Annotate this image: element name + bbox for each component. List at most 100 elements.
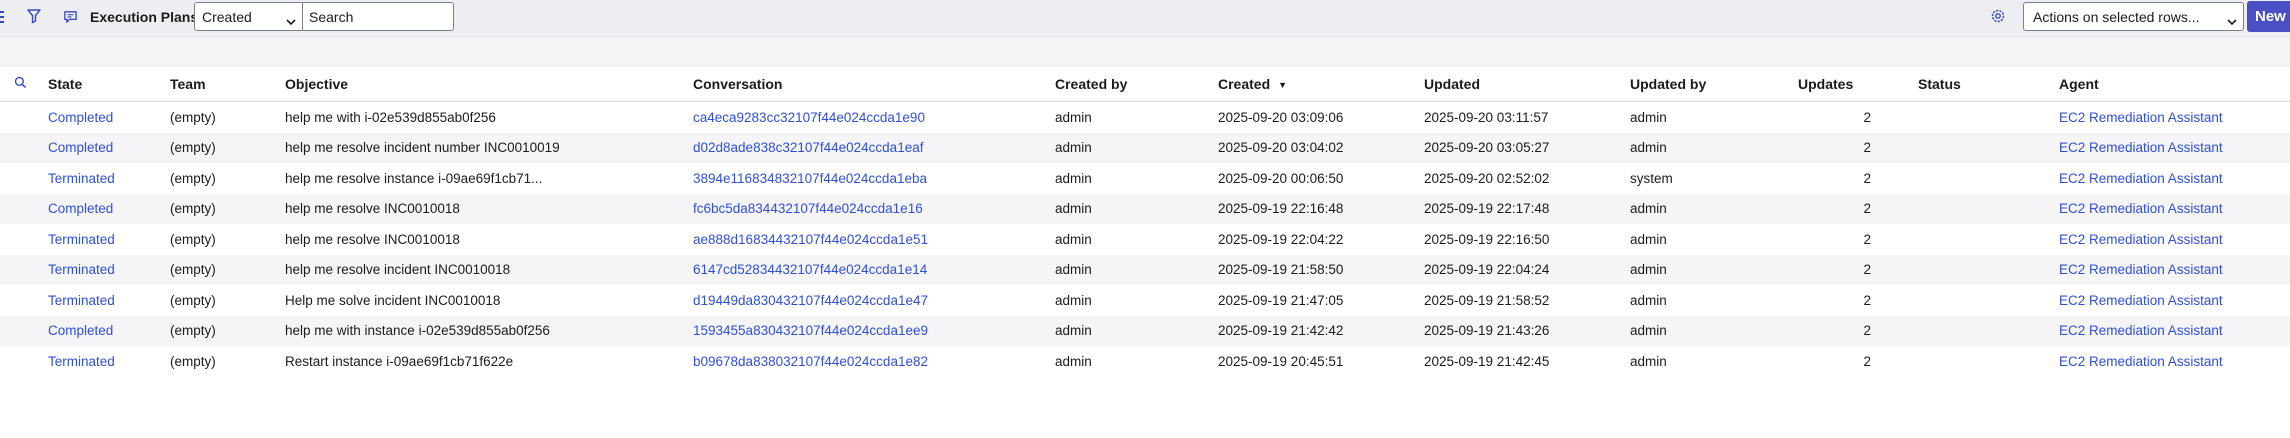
agent-link[interactable]: EC2 Remediation Assistant [2059,285,2290,316]
table-row[interactable]: Completed (empty) help me resolve INC00100… [0,193,2290,224]
conversation-link[interactable]: fc6bc5da834432107f44e024ccda1e16 [693,193,1055,224]
state-link[interactable]: Terminated [48,346,170,377]
column-header-state[interactable]: State [48,67,170,102]
state-link[interactable]: Completed [48,193,170,224]
actions-select[interactable]: Actions on selected rows... [2023,2,2244,31]
column-header-updated-by[interactable]: Updated by [1630,67,1798,102]
column-header-created-by[interactable]: Created by [1055,67,1218,102]
updated-by-cell: admin [1630,292,1667,308]
column-search-toggle[interactable] [0,67,48,102]
state-link[interactable]: Terminated [48,224,170,255]
table-row[interactable]: Terminated (empty) help me resolve instanc… [0,163,2290,194]
team-cell: (empty) [170,193,285,224]
column-header-created[interactable]: Created ▼ [1218,67,1424,102]
updated-by-cell: admin [1630,132,1798,163]
objective-cell: help me resolve incident INC0010018 [285,254,693,285]
agent-link[interactable]: EC2 Remediation Assistant [2059,102,2290,133]
state-link[interactable]: Terminated [48,254,170,285]
updated-by-cell: system [1630,170,1673,186]
sort-descending-icon: ▼ [1278,80,1288,91]
filter-icon[interactable] [26,8,42,29]
updates-cell: 2 [1863,109,1871,125]
execution-plans-table: State Team Objective Conversation Create… [0,67,2290,377]
team-cell: (empty) [170,109,216,125]
search-input[interactable] [303,2,454,31]
conversation-link[interactable]: ae888d16834432107f44e024ccda1e51 [693,224,1055,255]
objective-cell: help me with i-02e539d855ab0f256 [285,109,496,125]
team-cell: (empty) [170,231,216,247]
created-cell: 2025-09-19 21:58:50 [1218,254,1424,285]
search-icon[interactable] [14,76,27,92]
row-gutter [0,102,48,133]
column-header-team[interactable]: Team [170,67,285,102]
objective-cell: help me resolve incident number INC00100… [285,132,693,163]
objective-cell: help me resolve INC0010018 [285,231,460,247]
conversation-link[interactable]: 3894e116834832107f44e024ccda1eba [693,163,1055,194]
table-row[interactable]: Terminated (empty) help me resolve inciden… [0,254,2290,285]
team-cell: (empty) [170,132,285,163]
created-by-cell: admin [1055,254,1218,285]
actions-select-value: Actions on selected rows... [2033,9,2200,25]
updated-by-cell: admin [1630,193,1798,224]
created-cell: 2025-09-20 03:09:06 [1218,109,1344,125]
new-button[interactable]: New [2247,1,2290,32]
table-row[interactable]: Terminated (empty) Help me solve incident … [0,285,2290,316]
conversation-link[interactable]: 6147cd52834432107f44e024ccda1e14 [693,254,1055,285]
updates-cell: 2 [1863,231,1871,247]
column-header-updated[interactable]: Updated [1424,67,1630,102]
column-header-conversation[interactable]: Conversation [693,67,1055,102]
column-header-objective[interactable]: Objective [285,67,693,102]
updates-cell: 2 [1863,170,1871,186]
table-row[interactable]: Completed (empty) help me with i-02e539d85… [0,102,2290,133]
table-row[interactable]: Terminated (empty) Restart instance i-09ae… [0,346,2290,377]
row-gutter [0,346,48,377]
row-gutter [0,285,48,316]
state-link[interactable]: Completed [48,102,170,133]
state-link[interactable]: Terminated [48,285,170,316]
agent-link[interactable]: EC2 Remediation Assistant [2059,163,2290,194]
agent-link[interactable]: EC2 Remediation Assistant [2059,132,2290,163]
created-cell: 2025-09-19 22:04:22 [1218,231,1344,247]
column-header-updates[interactable]: Updates [1798,67,1918,102]
table-row[interactable]: Completed (empty) help me resolve incident… [0,132,2290,163]
search-field-value: Created [202,9,252,25]
state-link[interactable]: Completed [48,132,170,163]
created-by-cell: admin [1055,231,1092,247]
created-cell: 2025-09-19 20:45:51 [1218,353,1344,369]
page-title: Execution Plans [90,9,199,25]
conversation-link[interactable]: d02d8ade838c32107f44e024ccda1eaf [693,132,1055,163]
chat-icon[interactable] [63,9,78,29]
menu-icon[interactable] [0,11,4,24]
conversation-link[interactable]: ca4eca9283cc32107f44e024ccda1e90 [693,102,1055,133]
team-cell: (empty) [170,315,285,346]
agent-link[interactable]: EC2 Remediation Assistant [2059,315,2290,346]
conversation-link[interactable]: d19449da830432107f44e024ccda1e47 [693,285,1055,316]
status-cell [1918,346,2059,377]
updates-cell: 2 [1798,315,1918,346]
conversation-link[interactable]: 1593455a830432107f44e024ccda1ee9 [693,315,1055,346]
state-link[interactable]: Completed [48,315,170,346]
gear-icon[interactable] [1990,8,2006,29]
state-link[interactable]: Terminated [48,163,170,194]
column-header-agent[interactable]: Agent [2059,67,2290,102]
updated-cell: 2025-09-19 21:58:52 [1424,292,1550,308]
status-cell [1918,163,2059,194]
team-cell: (empty) [170,353,216,369]
team-cell: (empty) [170,292,216,308]
updates-cell: 2 [1798,254,1918,285]
conversation-link[interactable]: b09678da838032107f44e024ccda1e82 [693,346,1055,377]
agent-link[interactable]: EC2 Remediation Assistant [2059,193,2290,224]
updated-by-cell: admin [1630,109,1667,125]
team-cell: (empty) [170,170,216,186]
updated-cell: 2025-09-19 21:43:26 [1424,315,1630,346]
row-gutter [0,163,48,194]
table-row[interactable]: Completed (empty) help me with instance i-… [0,315,2290,346]
search-field-select[interactable]: Created [194,2,303,31]
agent-link[interactable]: EC2 Remediation Assistant [2059,224,2290,255]
agent-link[interactable]: EC2 Remediation Assistant [2059,254,2290,285]
agent-link[interactable]: EC2 Remediation Assistant [2059,346,2290,377]
table-row[interactable]: Terminated (empty) help me resolve INC0010… [0,224,2290,255]
updates-cell: 2 [1863,292,1871,308]
column-header-status[interactable]: Status [1918,67,2059,102]
objective-cell: help me with instance i-02e539d855ab0f25… [285,315,693,346]
